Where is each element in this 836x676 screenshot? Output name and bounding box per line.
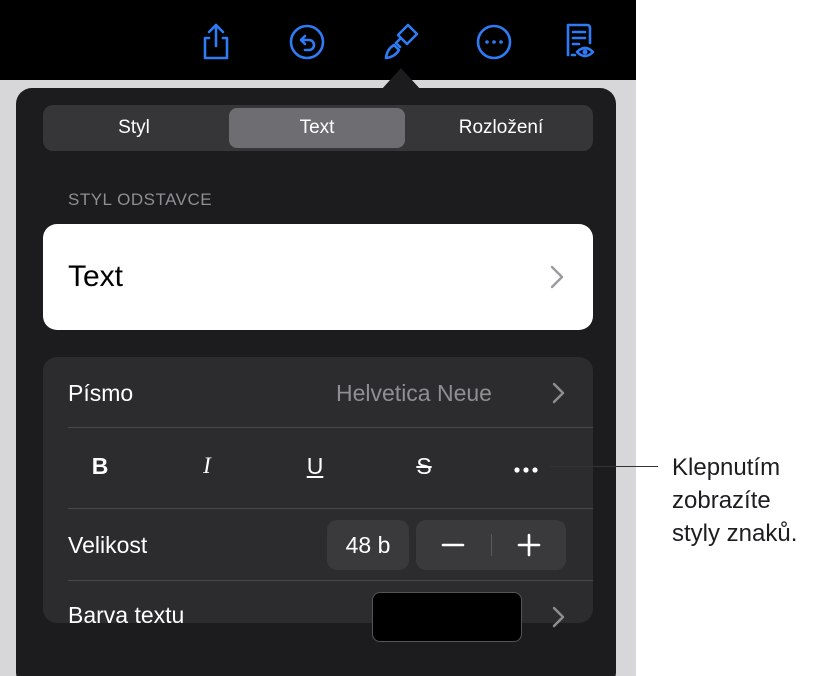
underline-button[interactable]: U [295, 453, 335, 480]
callout-line: styly znaků. [672, 520, 798, 547]
bold-button[interactable]: B [80, 453, 120, 480]
decrease-size-button[interactable] [416, 520, 490, 570]
undo-icon[interactable] [285, 19, 329, 63]
more-icon[interactable] [472, 19, 516, 63]
increase-size-button[interactable] [492, 520, 566, 570]
popover-arrow [381, 68, 421, 90]
tab-text[interactable]: Text [229, 108, 405, 148]
chevron-right-icon [552, 382, 565, 404]
callout-leader-line [550, 466, 658, 467]
tab-styl[interactable]: Styl [46, 108, 222, 148]
plus-icon [517, 533, 541, 557]
italic-button[interactable]: I [187, 453, 227, 479]
text-color-swatch[interactable] [372, 592, 522, 642]
callout-text: Klepnutím zobrazíte styly znaků. [672, 451, 836, 550]
share-icon[interactable] [194, 19, 238, 63]
separator [68, 508, 593, 509]
format-brush-icon[interactable] [380, 19, 424, 63]
device-screen: Styl Text Rozložení STYL ODSTAVCE Text P… [0, 0, 636, 676]
tab-rozlozeni[interactable]: Rozložení [412, 108, 590, 148]
paragraph-style-value: Text [68, 260, 124, 293]
size-value-field[interactable]: 48 b [327, 520, 409, 570]
callout-line: Klepnutím [672, 454, 781, 481]
text-format-group: Písmo Helvetica Neue B I U S Velikost 48… [43, 357, 593, 642]
paragraph-style-header: STYL ODSTAVCE [68, 190, 213, 209]
reading-view-icon[interactable] [558, 19, 602, 63]
strikethrough-button[interactable]: S [404, 453, 444, 480]
font-label: Písmo [68, 380, 134, 406]
chevron-right-icon [552, 606, 565, 628]
toolbar [0, 0, 636, 80]
font-row[interactable]: Písmo Helvetica Neue [43, 357, 593, 427]
more-character-styles-icon[interactable] [509, 465, 549, 475]
text-color-label: Barva textu [68, 602, 185, 628]
format-tabs: Styl Text Rozložení [43, 105, 593, 151]
chevron-right-icon [550, 265, 564, 289]
font-value: Helvetica Neue [336, 380, 492, 406]
size-label: Velikost [68, 532, 148, 558]
minus-icon [441, 543, 465, 547]
paragraph-style-button[interactable]: Text [43, 224, 593, 330]
separator [68, 427, 593, 428]
format-popover: Styl Text Rozložení STYL ODSTAVCE Text P… [16, 88, 616, 676]
size-stepper [416, 520, 566, 570]
callout-line: zobrazíte [672, 487, 771, 514]
